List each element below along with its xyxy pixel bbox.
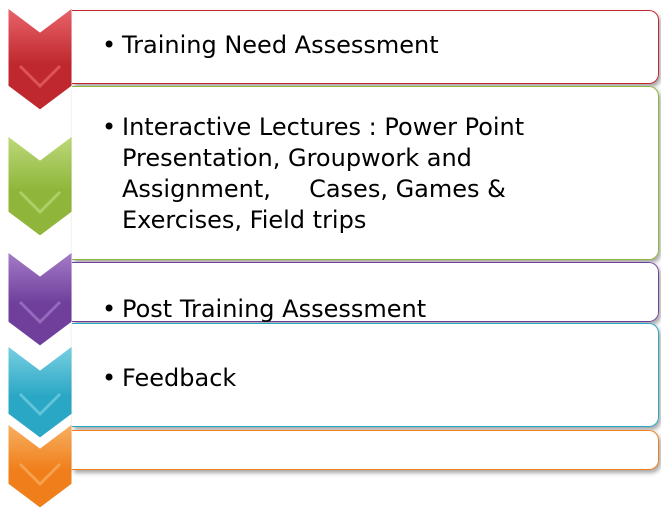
step-1-text: Training Need Assessment [122,31,439,59]
step-chevron-3 [7,251,73,347]
step-3-item: • Post Training Assessment [102,294,642,322]
bullet-icon: • [102,295,117,322]
step-box-3: • Post Training Assessment [72,262,659,322]
step-2-text: Interactive Lectures : Power Point Prese… [122,113,532,234]
step-chevron-2 [7,135,73,237]
step-4-item: • Feedback [102,363,642,394]
process-diagram: • Training Need Assessment • Interactive L… [0,0,661,510]
step-box-1: • Training Need Assessment [72,10,659,84]
step-1-item: • Training Need Assessment [102,30,642,61]
bullet-icon: • [102,113,117,141]
step-chevron-1 [7,7,73,111]
step-box-4: • Feedback [72,323,659,427]
bullet-icon: • [102,364,117,392]
step-3-text: Post Training Assessment [122,295,427,322]
step-box-5 [72,430,659,470]
step-chevron-4 [7,345,73,439]
step-4-text: Feedback [122,364,237,392]
step-box-5-border [72,430,659,470]
bullet-icon: • [102,31,117,59]
step-2-item: • Interactive Lectures : Power Point Pres… [102,112,552,236]
step-box-2: • Interactive Lectures : Power Point Pres… [72,86,659,260]
